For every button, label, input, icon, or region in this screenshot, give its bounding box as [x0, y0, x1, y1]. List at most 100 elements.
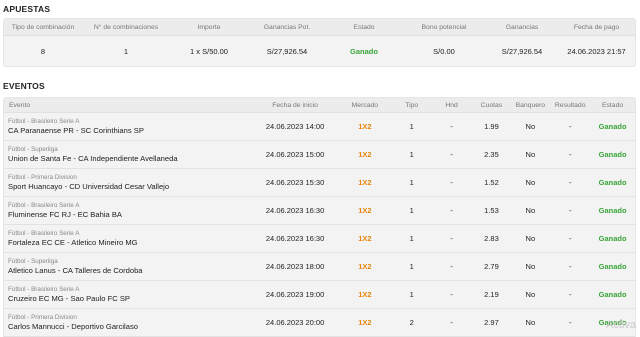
evento-cuota: 1.52 — [484, 178, 499, 187]
evento-banquero: No — [525, 290, 536, 299]
evento-cell: Fútbol - Brasileiro Serie A Cruzeiro EC M… — [4, 286, 253, 304]
evento-partido: Carlos Mannucci - Deportivo Garcilaso — [8, 321, 138, 331]
evento-mercado: 1X2 — [358, 318, 372, 327]
table-row: Fútbol - Brasileiro Serie A Cruzeiro EC M… — [4, 281, 635, 309]
eventos-table: Evento Fecha de inicio Mercado Tipo Hnd … — [3, 97, 636, 337]
col-cuotas: Cuotas — [480, 101, 503, 109]
apuestas-header-row: Tipo de combinación N° de combinaciones … — [4, 19, 635, 36]
evento-tipo: 2 — [409, 318, 414, 327]
evento-cuota: 2.79 — [484, 262, 499, 271]
evento-estado-badge: Ganado — [598, 122, 627, 131]
col-hnd: Hnd — [445, 101, 458, 109]
evento-cell: Fútbol - Primera Division Sport Huancayo … — [4, 174, 253, 192]
col-bono-potencial: Bono potencial — [421, 23, 467, 31]
evento-tipo: 1 — [409, 290, 414, 299]
evento-hnd: - — [450, 178, 453, 187]
evento-cuota: 2.97 — [484, 318, 499, 327]
apuestas-row: 8 1 1 x S/50.00 S/27,926.54 Ganado S/0.0… — [4, 36, 635, 66]
evento-competicion: Fútbol - Primera Division — [8, 313, 77, 321]
evento-fecha: 24.06.2023 16:30 — [265, 206, 325, 215]
evento-cell: Fútbol - Brasileiro Serie A Fortaleza EC … — [4, 230, 253, 248]
evento-hnd: - — [450, 262, 453, 271]
evento-competicion: Fútbol - Brasileiro Serie A — [8, 285, 80, 293]
apuestas-table: Tipo de combinación N° de combinaciones … — [3, 18, 636, 67]
apuesta-estado-badge: Ganado — [350, 46, 378, 56]
table-row: Fútbol - Superliga Union de Santa Fe - CA… — [4, 141, 635, 169]
evento-partido: Sport Huancayo - CD Universidad Cesar Va… — [8, 181, 170, 191]
evento-tipo: 1 — [409, 206, 414, 215]
evento-fecha: 24.06.2023 15:30 — [265, 178, 325, 187]
apuesta-bono: S/0.00 — [433, 46, 455, 56]
evento-mercado: 1X2 — [358, 290, 372, 299]
evento-resultado: - — [568, 150, 572, 159]
evento-mercado: 1X2 — [358, 150, 372, 159]
evento-partido: Fortaleza EC CE - Atletico Mineiro MG — [8, 237, 138, 247]
evento-competicion: Fútbol - Superliga — [8, 257, 58, 265]
apuesta-numero: 1 — [123, 46, 129, 56]
table-row: Fútbol - Primera Division Sport Huancayo … — [4, 169, 635, 197]
eventos-rows: Fútbol - Brasileiro Serie A CA Paranaense… — [4, 113, 635, 337]
table-row: Fútbol - Brasileiro Serie A CA Paranaense… — [4, 113, 635, 141]
evento-tipo: 1 — [409, 178, 414, 187]
eventos-title: EVENTOS — [3, 81, 45, 91]
evento-banquero: No — [525, 262, 536, 271]
evento-estado-badge: Ganado — [598, 206, 627, 215]
evento-cuota: 2.19 — [484, 290, 499, 299]
evento-partido: Atletico Lanus - CA Talleres de Cordoba — [8, 265, 143, 275]
evento-mercado: 1X2 — [358, 122, 372, 131]
col-evento: Evento — [9, 101, 31, 109]
col-num-combinaciones: N° de combinaciones — [93, 23, 159, 31]
evento-partido: Fluminense FC RJ - EC Bahia BA — [8, 209, 122, 219]
evento-estado-badge: Ganado — [598, 262, 627, 271]
evento-cuota: 1.53 — [484, 206, 499, 215]
evento-estado-badge: Ganado — [598, 234, 627, 243]
evento-resultado: - — [568, 178, 572, 187]
evento-hnd: - — [450, 234, 453, 243]
col-mercado: Mercado — [351, 101, 379, 109]
table-row: Fútbol - Primera Division Carlos Mannucci… — [4, 309, 635, 337]
evento-banquero: No — [525, 150, 536, 159]
eventos-header-row: Evento Fecha de inicio Mercado Tipo Hnd … — [4, 98, 635, 113]
evento-fecha: 24.06.2023 15:00 — [265, 150, 325, 159]
evento-fecha: 24.06.2023 20:00 — [265, 318, 325, 327]
evento-banquero: No — [525, 206, 536, 215]
evento-tipo: 1 — [409, 234, 414, 243]
evento-resultado: - — [568, 122, 572, 131]
evento-tipo: 1 — [409, 262, 414, 271]
evento-banquero: No — [525, 178, 536, 187]
apuesta-ganancias-pot: S/27,926.54 — [266, 46, 308, 56]
evento-competicion: Fútbol - Brasileiro Serie A — [8, 229, 80, 237]
table-row: Fútbol - Brasileiro Serie A Fluminense FC… — [4, 197, 635, 225]
evento-competicion: Fútbol - Brasileiro Serie A — [8, 201, 80, 209]
apuestas-title: APUESTAS — [3, 4, 51, 14]
evento-cell: Fútbol - Brasileiro Serie A Fluminense FC… — [4, 202, 253, 220]
col-ganancias: Ganancias — [505, 23, 539, 31]
evento-mercado: 1X2 — [358, 234, 372, 243]
evento-hnd: - — [450, 290, 453, 299]
col-fecha-pago: Fecha de pago — [573, 23, 620, 31]
evento-cuota: 2.83 — [484, 234, 499, 243]
evento-partido: Union de Santa Fe - CA Independiente Ave… — [8, 153, 178, 163]
evento-banquero: No — [525, 318, 536, 327]
evento-resultado: - — [568, 318, 572, 327]
col-estado-evento: Estado — [601, 101, 624, 109]
col-fecha-inicio: Fecha de inicio — [272, 101, 318, 109]
evento-resultado: - — [568, 290, 572, 299]
evento-competicion: Fútbol - Brasileiro Serie A — [8, 117, 80, 125]
evento-estado-badge: Ganado — [598, 150, 627, 159]
table-row: Fútbol - Superliga Atletico Lanus - CA Ta… — [4, 253, 635, 281]
evento-fecha: 24.06.2023 16:30 — [265, 234, 325, 243]
activate-watermark: Activa — [606, 319, 636, 331]
evento-hnd: - — [450, 206, 453, 215]
apuesta-fecha-pago: 24.06.2023 21:57 — [567, 46, 626, 56]
evento-partido: CA Paranaense PR - SC Corinthians SP — [8, 125, 144, 135]
col-resultado: Resultado — [554, 101, 586, 109]
evento-tipo: 1 — [409, 150, 414, 159]
col-importe: Importe — [197, 23, 221, 31]
col-ganancias-pot: Ganancias Pot. — [263, 23, 311, 31]
apuesta-importe: 1 x S/50.00 — [190, 46, 228, 56]
evento-cuota: 1.99 — [484, 122, 499, 131]
col-estado: Estado — [353, 23, 375, 31]
evento-cell: Fútbol - Brasileiro Serie A CA Paranaense… — [4, 118, 253, 136]
evento-estado-badge: Ganado — [598, 178, 627, 187]
